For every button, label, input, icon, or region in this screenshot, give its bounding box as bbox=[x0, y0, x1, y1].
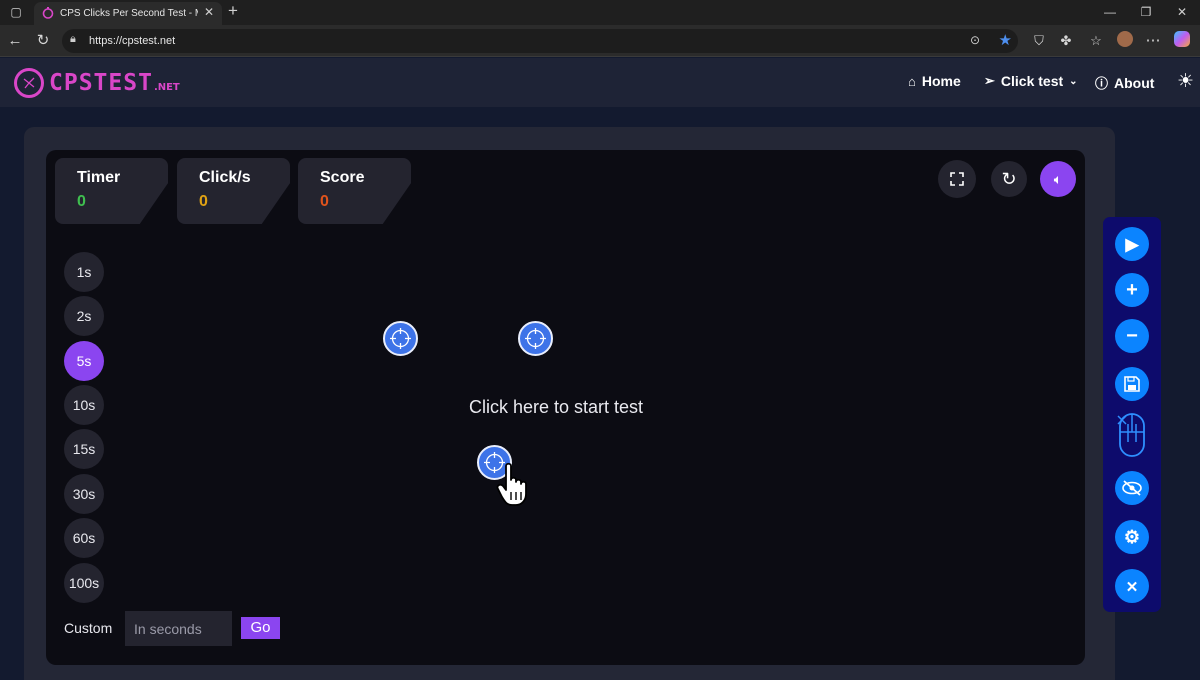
nav-about-label: About bbox=[1114, 74, 1155, 91]
browser-toolbar: ← ↻ 🔒︎ https://cpstest.net ⊙ ★ ⛉ ✤ ☆ ⋯ bbox=[0, 25, 1200, 57]
nav-click-test[interactable]: ➢ Click test ⌄ bbox=[984, 73, 1078, 89]
nav-click-test-label: Click test bbox=[1000, 73, 1064, 89]
custom-seconds-input[interactable] bbox=[125, 611, 232, 646]
pointer-icon: ➢ bbox=[984, 73, 995, 88]
remove-button[interactable]: − bbox=[1115, 319, 1149, 353]
close-toolbar-button[interactable]: ✕ bbox=[1115, 569, 1149, 603]
site-logo[interactable]: CPSTEST .NET bbox=[14, 66, 180, 100]
restart-button[interactable]: ↻ bbox=[991, 161, 1027, 197]
browser-tab-bar: ▢ CPS Clicks Per Second Test - Mea ✕ + —… bbox=[0, 0, 1200, 25]
crosshair-target-icon bbox=[518, 321, 553, 356]
save-icon bbox=[1124, 376, 1140, 392]
tab-close-icon[interactable]: ✕ bbox=[204, 5, 214, 19]
save-button[interactable] bbox=[1115, 367, 1149, 401]
refresh-icon: ↻ bbox=[1001, 169, 1017, 189]
hide-button[interactable] bbox=[1115, 471, 1149, 505]
settings-icon: ⚙ bbox=[1123, 527, 1141, 547]
hide-eye-icon bbox=[1122, 480, 1142, 496]
browser-tab[interactable]: CPS Clicks Per Second Test - Mea ✕ bbox=[34, 2, 222, 25]
copilot-icon[interactable] bbox=[1172, 31, 1192, 51]
logo-suffix: .NET bbox=[153, 82, 180, 93]
timer-value: 0 bbox=[77, 193, 86, 210]
duration-2s[interactable]: 2s bbox=[64, 296, 104, 336]
play-button[interactable]: ▶ bbox=[1115, 227, 1149, 261]
menu-dots-icon[interactable]: ⋯ bbox=[1143, 31, 1163, 51]
start-prompt[interactable]: Click here to start test bbox=[469, 397, 643, 418]
info-icon: ⓘ bbox=[1095, 76, 1109, 91]
fullscreen-icon bbox=[950, 172, 964, 186]
favorites-icon[interactable]: ☆ bbox=[1086, 31, 1106, 51]
url-text: https://cpstest.net bbox=[89, 35, 176, 47]
go-button[interactable]: Go bbox=[241, 617, 280, 639]
puzzle-icon[interactable]: ✤ bbox=[1056, 31, 1076, 51]
speaker-icon: 🔈︎ bbox=[1053, 171, 1063, 187]
timer-label: Timer bbox=[77, 169, 121, 186]
close-icon: ✕ bbox=[1125, 579, 1139, 596]
cps-label: Click/s bbox=[199, 169, 251, 186]
stopwatch-logo-icon bbox=[14, 68, 44, 98]
window-close-icon[interactable]: ✕ bbox=[1172, 3, 1192, 21]
duration-1s[interactable]: 1s bbox=[64, 252, 104, 292]
home-icon: ⌂ bbox=[908, 73, 916, 89]
sound-button[interactable]: 🔈︎ bbox=[1040, 161, 1076, 197]
chevron-down-icon: ⌄ bbox=[1069, 75, 1078, 87]
crosshair-target-icon bbox=[383, 321, 418, 356]
reload-icon[interactable]: ↻ bbox=[33, 31, 53, 51]
score-label: Score bbox=[320, 169, 365, 186]
settings-button[interactable]: ⚙ bbox=[1115, 520, 1149, 554]
extension-icon[interactable]: ⛉ bbox=[1029, 31, 1049, 51]
play-icon: ▶ bbox=[1125, 235, 1139, 254]
nav-home[interactable]: ⌂ Home bbox=[908, 73, 961, 89]
duration-10s[interactable]: 10s bbox=[64, 385, 104, 425]
favorite-star-icon[interactable]: ★ bbox=[999, 31, 1012, 49]
new-tab-icon[interactable]: + bbox=[228, 1, 238, 21]
back-icon[interactable]: ← bbox=[5, 31, 25, 51]
maximize-icon[interactable]: ❐ bbox=[1136, 3, 1156, 21]
plus-icon: + bbox=[1126, 279, 1138, 301]
more-icon[interactable]: ⊙ bbox=[970, 33, 980, 47]
duration-100s[interactable]: 100s bbox=[64, 563, 104, 603]
tab-title: CPS Clicks Per Second Test - Mea bbox=[60, 8, 198, 19]
mouse-icon[interactable] bbox=[1116, 412, 1146, 458]
favicon-icon bbox=[42, 7, 54, 19]
duration-15s[interactable]: 15s bbox=[64, 429, 104, 469]
duration-5s[interactable]: 5s bbox=[64, 341, 104, 381]
theme-toggle-sun-icon[interactable]: ☀ bbox=[1177, 70, 1194, 93]
lock-icon: 🔒︎ bbox=[70, 33, 76, 45]
custom-label: Custom bbox=[64, 620, 113, 636]
nav-about[interactable]: ⓘ About bbox=[1095, 73, 1154, 92]
score-value: 0 bbox=[320, 193, 329, 210]
cps-value: 0 bbox=[199, 193, 208, 210]
fullscreen-button[interactable] bbox=[938, 160, 976, 198]
window-menu-icon[interactable]: ▢ bbox=[6, 3, 26, 21]
nav-home-label: Home bbox=[921, 73, 961, 89]
logo-text: CPSTEST bbox=[49, 70, 153, 96]
hand-cursor-icon bbox=[496, 462, 527, 506]
site-header: CPSTEST .NET ⌂ Home ➢ Click test ⌄ ⓘ Abo… bbox=[0, 58, 1200, 107]
duration-30s[interactable]: 30s bbox=[64, 474, 104, 514]
minus-icon: − bbox=[1126, 325, 1138, 347]
address-bar[interactable]: 🔒︎ https://cpstest.net ⊙ ★ bbox=[62, 29, 1018, 53]
add-button[interactable]: + bbox=[1115, 273, 1149, 307]
profile-avatar[interactable] bbox=[1115, 31, 1135, 51]
duration-60s[interactable]: 60s bbox=[64, 518, 104, 558]
minimize-icon[interactable]: — bbox=[1100, 3, 1120, 21]
